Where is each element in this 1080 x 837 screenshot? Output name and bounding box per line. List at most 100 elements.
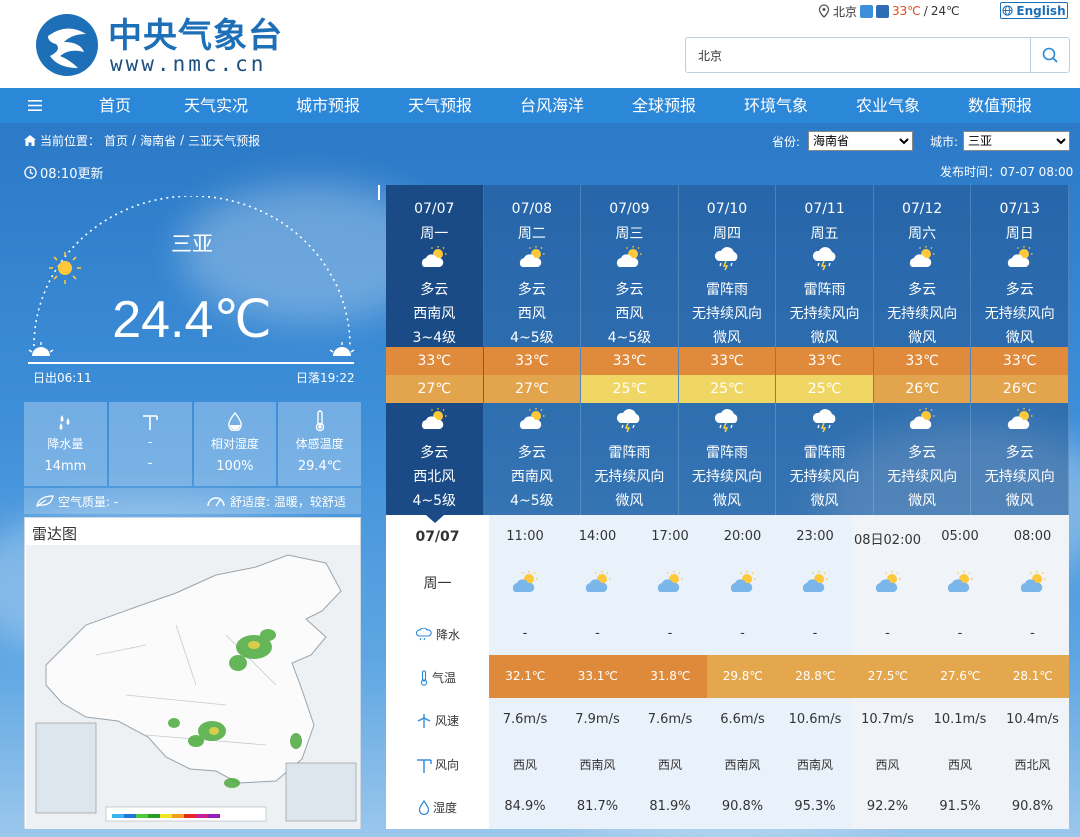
hourly-forecast: 07/07 周一 降水 气温 风速 风向 湿度 11:00 - 32.1℃ 7.6m/…	[386, 515, 1070, 829]
hourly-wind-speed: 10.7m/s	[861, 712, 914, 727]
forecast-day-wind-dir: 西南风	[413, 306, 456, 322]
nav-global-forecast[interactable]: 全球预报	[608, 88, 720, 123]
forecast-night-wind-dir: 无持续风向	[691, 469, 762, 485]
forecast-weekday: 周四	[712, 226, 741, 242]
forecast-night-wind-dir: 无持续风向	[984, 469, 1055, 485]
partly-cloudy-icon	[585, 571, 610, 592]
metric-label: 体感温度	[295, 437, 344, 451]
top-city[interactable]: 北京	[833, 3, 857, 20]
hourly-wind-speed: 10.1m/s	[933, 712, 987, 727]
forecast-day-desc: 多云	[615, 282, 644, 298]
active-day-caret	[426, 515, 444, 523]
forecast-day-7[interactable]: 07/13 周日 多云 无持续风向 微风 33℃ 26℃ 多云 无持续风向 微风	[971, 185, 1069, 515]
hourly-wind-dir: 西北风	[1014, 758, 1051, 772]
hourly-icon-cell	[707, 570, 779, 596]
city-select[interactable]: 三亚	[963, 131, 1070, 151]
hourly-rain: -	[667, 626, 673, 641]
forecast-day-wind-dir: 无持续风向	[691, 306, 762, 322]
hourly-wind-dir: 西南风	[724, 758, 761, 772]
hourly-humidity: 90.8%	[1011, 799, 1054, 814]
hourly-humidity: 92.2%	[866, 799, 909, 814]
row-label-text: 气温	[431, 671, 456, 685]
hourly-wind-speed: 10.6m/s	[788, 712, 842, 727]
globe-icon	[1002, 5, 1014, 16]
hourly-wind-dir: 西南风	[796, 758, 833, 772]
forecast-day-5[interactable]: 07/11 周五 雷阵雨 无持续风向 微风 33℃ 25℃ 雷阵雨 无持续风向 微风	[776, 185, 874, 515]
hourly-wind-speed: 7.9m/s	[575, 712, 620, 727]
radar-legend	[112, 814, 220, 818]
city-label: 城市:	[930, 135, 959, 149]
breadcrumb-home[interactable]: 首页	[104, 132, 128, 149]
forecast-weekday: 周二	[517, 226, 546, 242]
forecast-day-desc: 多云	[908, 282, 937, 298]
forecast-day-6[interactable]: 07/12 周六 多云 无持续风向 微风 33℃ 26℃ 多云 无持续风向 微风	[873, 185, 972, 515]
air-quality: 空气质量: -	[36, 493, 118, 510]
forecast-day-1[interactable]: 07/07 周一 多云 西南风 3~4级 33℃ 27℃ 多云 西北风 4~5级	[386, 185, 484, 515]
forecast-low-temp: 26℃	[971, 375, 1068, 403]
radar-title[interactable]: 雷达图	[32, 523, 77, 544]
thermometer-icon	[315, 410, 324, 432]
search-input[interactable]	[686, 38, 1030, 72]
forecast-divider	[378, 185, 380, 200]
hourly-wind-speed: 6.6m/s	[720, 712, 765, 727]
menu-icon[interactable]	[0, 88, 70, 123]
hourly-temp: 32.1℃	[489, 655, 562, 698]
forecast-night-desc: 多云	[1005, 445, 1034, 461]
forecast-day-wind-dir: 西风	[517, 306, 546, 322]
nav-numerical[interactable]: 数值预报	[944, 88, 1056, 123]
province-select[interactable]: 海南省	[808, 131, 913, 151]
partly-cloudy-icon	[802, 571, 828, 592]
forecast-day-3[interactable]: 07/09 周三 多云 西风 4~5级 33℃ 25℃ 雷阵雨 无持续风向 微风	[581, 185, 679, 515]
forecast-day-wind-dir: 西风	[615, 306, 644, 322]
metric-value: -	[147, 456, 153, 471]
forecast-low-temp: 26℃	[873, 375, 971, 403]
forecast-night-desc: 多云	[908, 445, 937, 461]
metric-label: 相对湿度	[210, 437, 259, 451]
forecast-day-4[interactable]: 07/10 周四 雷阵雨 无持续风向 微风 33℃ 25℃ 雷阵雨 无持续风向 微风	[678, 185, 777, 515]
hourly-rain: -	[740, 626, 745, 641]
metric-value: 14mm	[44, 459, 87, 474]
breadcrumb-sep: /	[132, 133, 137, 147]
metric-precipitation: 降水量 14mm	[24, 402, 107, 486]
partly-cloudy-icon	[875, 571, 900, 592]
rain-cloud-icon	[415, 628, 432, 641]
nmc-logo-icon[interactable]	[34, 12, 100, 78]
forecast-day-desc: 雷阵雨	[803, 282, 846, 298]
forecast-day-desc: 雷阵雨	[705, 282, 748, 298]
english-button[interactable]: English	[1000, 2, 1068, 19]
hourly-temp: 28.8℃	[779, 655, 852, 698]
hourly-wind-speed: 10.4m/s	[1006, 712, 1059, 727]
search-button[interactable]	[1030, 38, 1069, 72]
row-label-text: 风向	[434, 758, 459, 772]
forecast-day-wind-dir: 无持续风向	[887, 306, 958, 322]
forecast-high-temp: 33℃	[483, 347, 581, 375]
nav-environment[interactable]: 环境气象	[720, 88, 832, 123]
search-icon	[1042, 47, 1058, 63]
hourly-humidity: 81.7%	[576, 799, 619, 814]
hourly-icon-cell	[924, 570, 996, 596]
breadcrumb: 当前位置： 首页 / 海南省 / 三亚天气预报	[24, 132, 260, 148]
nav-city-forecast[interactable]: 城市预报	[272, 88, 384, 123]
nav-weather-forecast[interactable]: 天气预报	[384, 88, 496, 123]
forecast-weekday: 周三	[615, 226, 644, 242]
partly-cloudy-icon	[1007, 408, 1033, 429]
breadcrumb-province[interactable]: 海南省	[140, 132, 176, 149]
site-name[interactable]: 中央气象台	[108, 16, 283, 56]
forecast-high-temp: 33℃	[386, 347, 483, 375]
hourly-rain: -	[522, 626, 528, 641]
humidity-drop-icon	[418, 800, 430, 815]
current-temperature: 24.4℃	[112, 291, 272, 349]
radar-map-image[interactable]	[26, 545, 360, 829]
nav-agriculture[interactable]: 农业气象	[832, 88, 944, 123]
hourly-wind-dir: 西风	[875, 758, 900, 772]
forecast-weekday: 周六	[908, 226, 937, 242]
hourly-wind-dir: 西风	[512, 758, 537, 772]
forecast-low-temp: 27℃	[386, 375, 483, 403]
hourly-time: 08日02:00	[853, 533, 921, 548]
nav-home[interactable]: 首页	[70, 88, 160, 123]
forecast-day-2[interactable]: 07/08 周二 多云 西风 4~5级 33℃ 27℃ 多云 西南风 4~5级	[483, 185, 582, 515]
nav-weather-observation[interactable]: 天气实况	[160, 88, 272, 123]
forecast-night-desc: 雷阵雨	[705, 445, 748, 461]
nav-typhoon-ocean[interactable]: 台风海洋	[496, 88, 608, 123]
forecast-day-wind-power: 3~4级	[412, 330, 457, 346]
